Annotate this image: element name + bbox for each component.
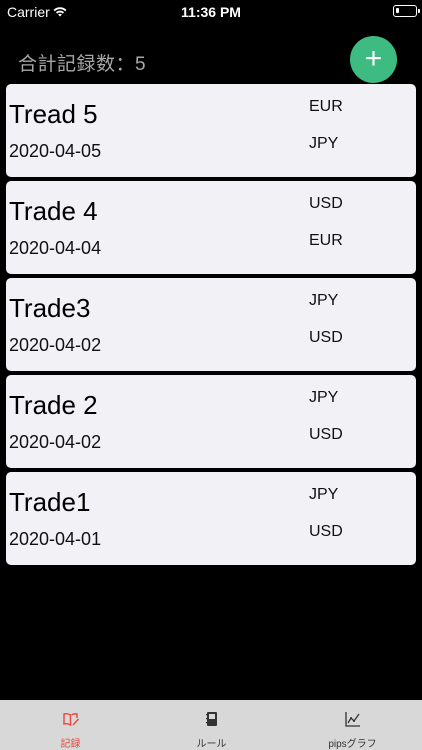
trade-currency-1: JPY — [309, 292, 339, 309]
trade-date: 2020-04-05 — [9, 141, 102, 161]
trade-date: 2020-04-01 — [9, 529, 102, 549]
trade-currency-2: USD — [309, 426, 343, 443]
trade-date: 2020-04-02 — [9, 335, 102, 355]
rule-notebook-icon — [205, 712, 217, 726]
tab-rules[interactable]: ルール — [141, 700, 282, 750]
trade-card[interactable]: Trade3 2020-04-02 JPY USD — [6, 278, 416, 371]
tab-label: 記録 — [60, 739, 81, 750]
add-trade-button[interactable]: + — [350, 36, 397, 83]
trade-currency-2: EUR — [309, 232, 343, 249]
trade-date: 2020-04-04 — [9, 238, 102, 258]
clock: 11:36 PM — [181, 4, 241, 20]
tab-bar: 記録 ルール pipsグラフ — [0, 700, 422, 750]
record-book-icon — [62, 712, 79, 727]
line-graph-icon — [344, 712, 360, 727]
record-count-label: 合計記録数：5 — [18, 54, 147, 75]
trade-name: Trade 4 — [9, 196, 98, 226]
trade-name: Trade3 — [9, 293, 91, 323]
trade-card[interactable]: Tread 5 2020-04-05 EUR JPY — [6, 84, 416, 177]
trade-currency-2: USD — [309, 329, 343, 346]
trade-card[interactable]: Trade 2 2020-04-02 JPY USD — [6, 375, 416, 468]
trade-date: 2020-04-02 — [9, 432, 102, 452]
trade-name: Trade1 — [9, 487, 91, 517]
trade-currency-1: JPY — [309, 389, 339, 406]
tab-label: ルール — [196, 739, 227, 750]
battery-icon — [393, 5, 420, 17]
trade-name: Trade 2 — [9, 390, 98, 420]
trade-currency-1: USD — [309, 195, 343, 212]
trade-card[interactable]: Trade 4 2020-04-04 USD EUR — [6, 181, 416, 274]
trade-card[interactable]: Trade1 2020-04-01 JPY USD — [6, 472, 416, 565]
tab-label: pipsグラフ — [328, 739, 377, 750]
trade-currency-1: JPY — [309, 486, 339, 503]
tab-pips-graph[interactable]: pipsグラフ — [282, 700, 422, 750]
trade-currency-2: USD — [309, 523, 343, 540]
trade-name: Tread 5 — [9, 99, 98, 129]
status-bar: Carrier 11:36 PM — [0, 0, 422, 24]
trade-currency-1: EUR — [309, 98, 343, 115]
trade-currency-2: JPY — [309, 135, 339, 152]
tab-record[interactable]: 記録 — [0, 700, 141, 750]
